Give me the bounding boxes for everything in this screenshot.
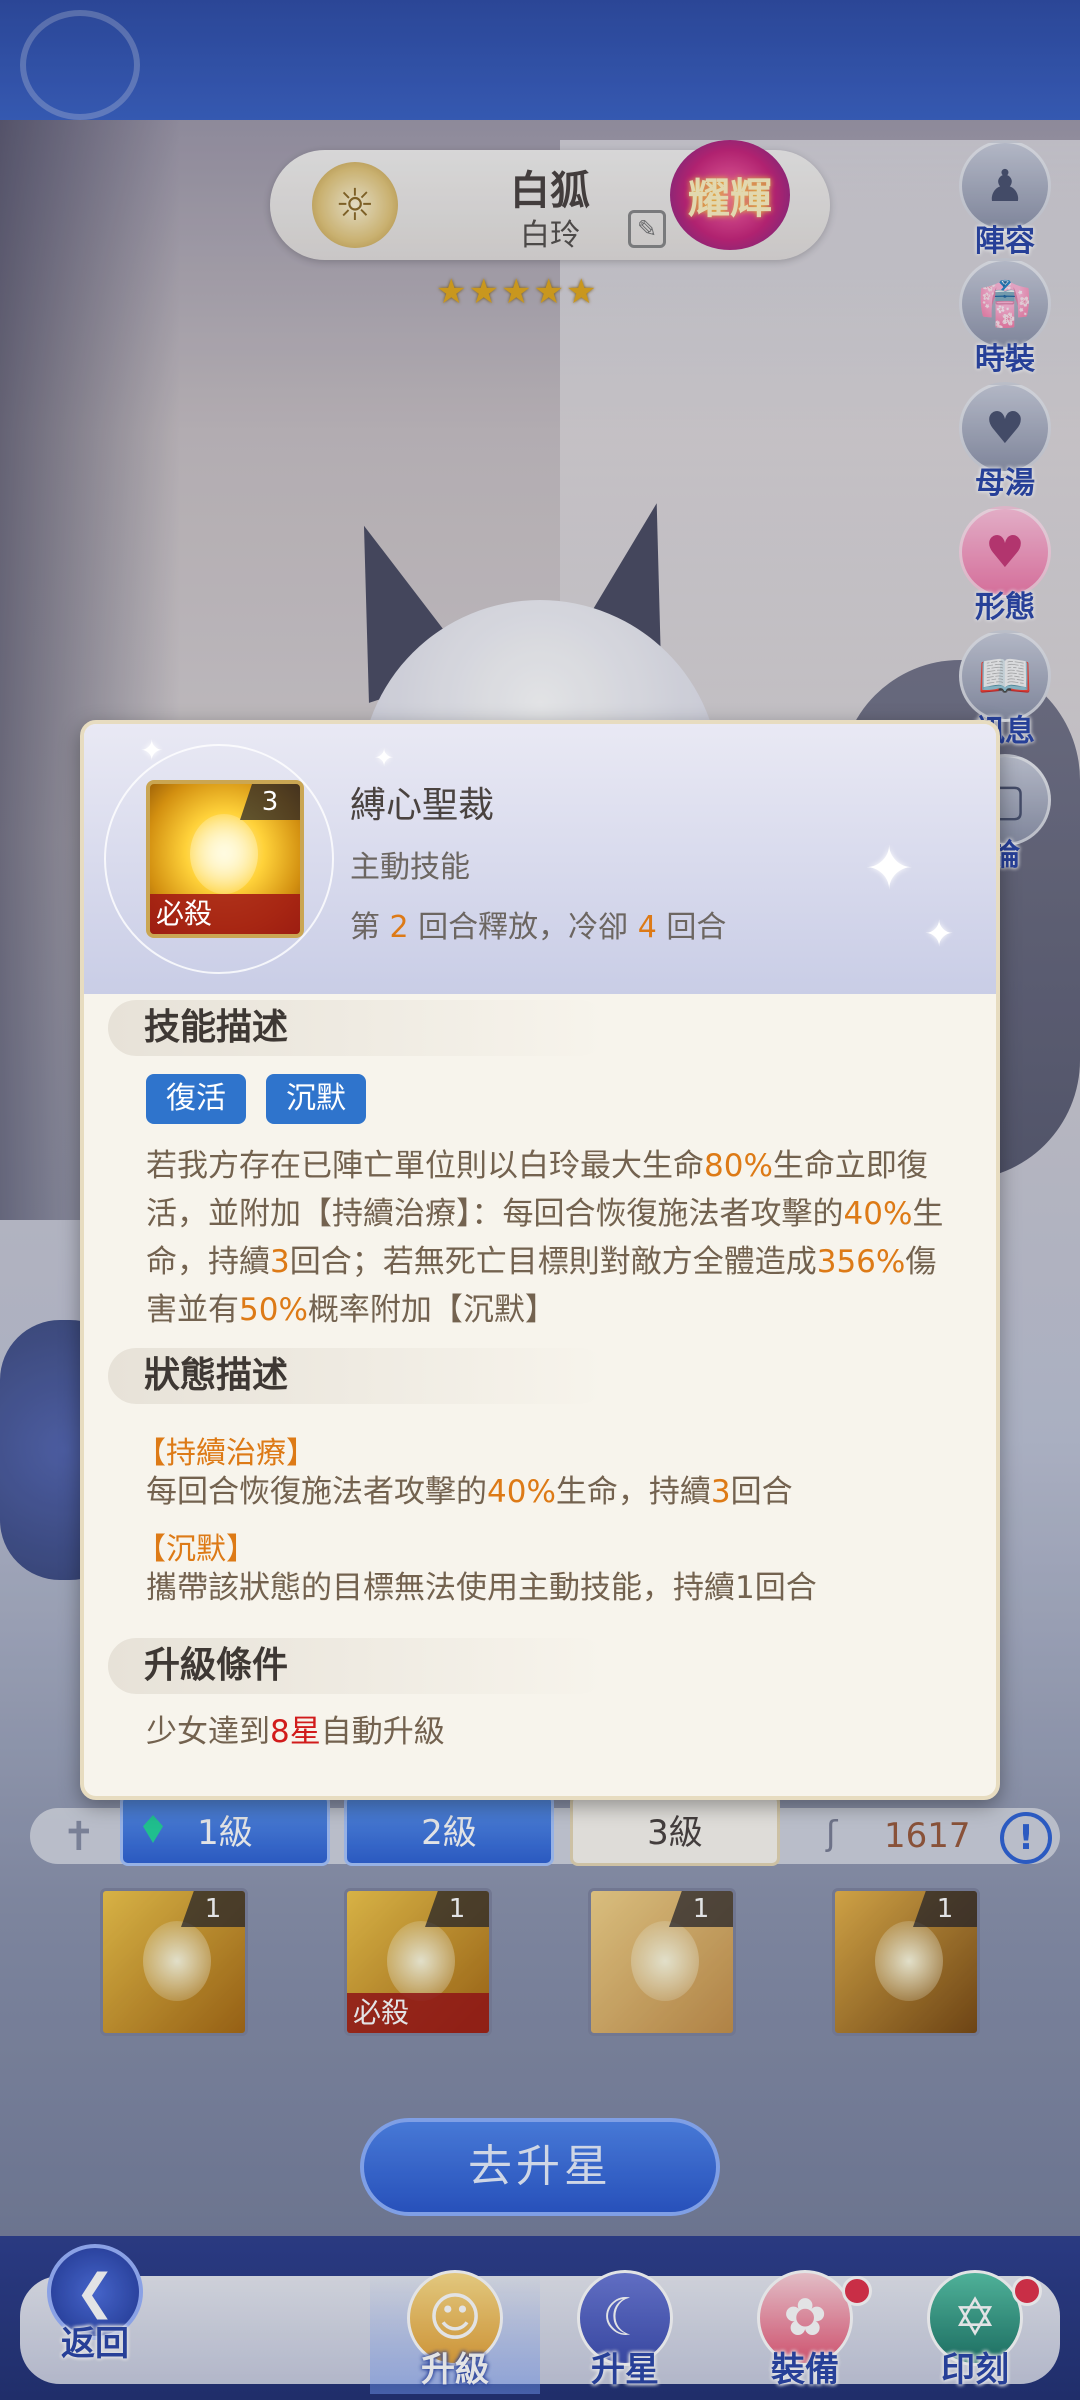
desc-value: 40% <box>843 1196 913 1232</box>
desc-value: 3 <box>710 1474 731 1510</box>
cd-text: 第 <box>350 910 390 945</box>
state-description: 攜帶該狀態的目標無法使用主動技能，持續1回合 <box>146 1570 817 1606</box>
desc-value: 80% <box>704 1148 773 1184</box>
section-upgrade-condition: 升級條件 <box>108 1638 608 1694</box>
skill-detail-dialog: ✦ ✦ ✦ ✦ 3 必殺 縛心聖裁 主動技能 第 2 回合釋放，冷卻 4 回合 … <box>80 720 1000 1800</box>
desc-value: 8星 <box>270 1714 321 1750</box>
sparkle-icon: ✦ <box>374 744 395 772</box>
cd-cool: 4 <box>637 910 657 945</box>
desc-text: 生命，持續 <box>555 1474 711 1510</box>
skill-description: 若我方存在已陣亡單位則以白玲最大生命80%生命立即復活，並附加【持續治療】：每回… <box>146 1142 946 1334</box>
cd-text: 回合 <box>656 910 727 945</box>
sparkle-icon: ✦ <box>924 914 955 955</box>
state-description: 每回合恢復施法者攻擊的40%生命，持續3回合 <box>146 1468 946 1516</box>
section-skill-description: 技能描述 <box>108 1000 608 1056</box>
desc-text: 回合 <box>730 1474 793 1510</box>
desc-value: 3 <box>270 1244 290 1280</box>
desc-value: 50% <box>239 1292 308 1328</box>
state-title: 【沉默】 <box>136 1532 256 1567</box>
skill-cooldown: 第 2 回合釋放，冷卻 4 回合 <box>350 902 726 946</box>
desc-text: 概率附加【沉默】 <box>307 1292 556 1328</box>
desc-text: 回合；若無死亡目標則對敵方全體造成 <box>289 1244 817 1280</box>
section-state-description: 狀態描述 <box>108 1348 608 1404</box>
upgrade-condition: 少女達到8星自動升級 <box>146 1708 946 1756</box>
cd-turn: 2 <box>389 910 409 945</box>
tag-silence: 沉默 <box>266 1074 366 1124</box>
desc-text: 自動升級 <box>320 1714 445 1750</box>
tag-revive: 復活 <box>146 1074 246 1124</box>
skill-name: 縛心聖裁 <box>350 785 495 826</box>
desc-value: 40% <box>487 1474 556 1510</box>
skill-icon: 3 必殺 <box>146 780 304 938</box>
state-title: 【持續治療】 <box>136 1436 316 1471</box>
desc-value: 356% <box>816 1244 906 1280</box>
sparkle-icon: ✦ <box>140 734 164 767</box>
sparkle-icon: ✦ <box>864 834 915 904</box>
desc-text: 少女達到 <box>146 1714 270 1750</box>
ultimate-tag: 必殺 <box>150 894 300 934</box>
slot-shine <box>190 814 258 894</box>
skill-level: 3 <box>240 784 300 820</box>
desc-text: 每回合恢復施法者攻擊的 <box>146 1474 487 1510</box>
desc-text: 若我方存在已陣亡單位則以白玲最大生命 <box>146 1148 704 1184</box>
cd-text: 回合釋放，冷卻 <box>408 910 638 945</box>
dialog-header: ✦ ✦ ✦ ✦ 3 必殺 縛心聖裁 主動技能 第 2 回合釋放，冷卻 4 回合 <box>84 724 996 994</box>
skill-type: 主動技能 <box>350 850 470 885</box>
